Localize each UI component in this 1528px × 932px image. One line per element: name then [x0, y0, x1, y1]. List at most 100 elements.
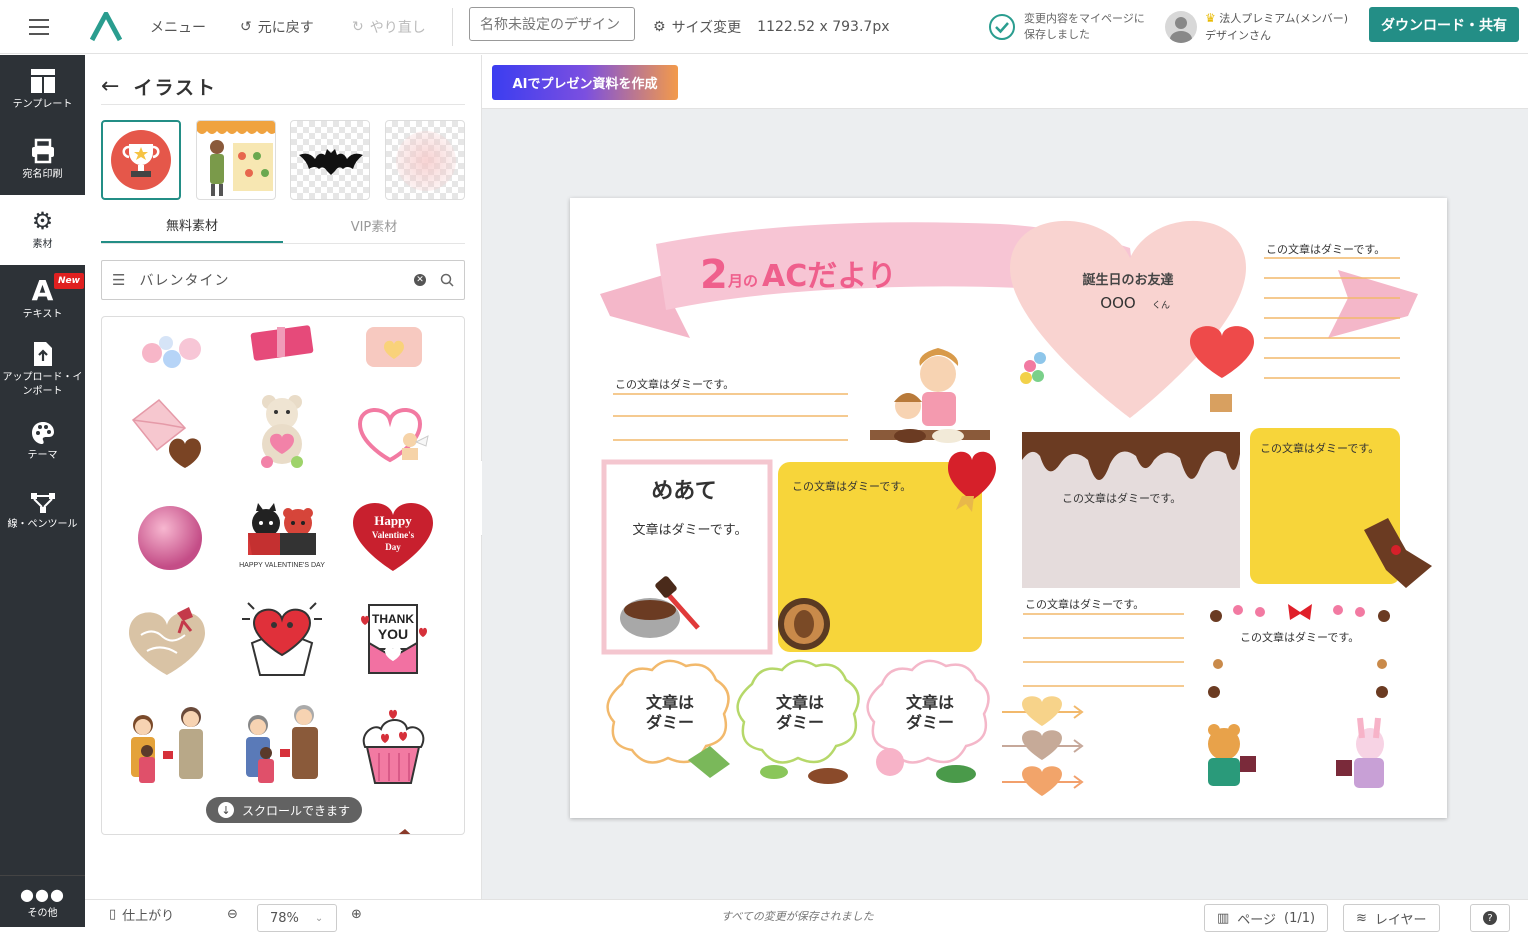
menu-button[interactable]: メニュー: [150, 0, 206, 54]
nav-address-print[interactable]: 宛名印刷: [0, 125, 85, 195]
illustration-item[interactable]: [227, 379, 337, 479]
heart-envelope-icon: [242, 602, 322, 676]
page-label: ページ: [1237, 912, 1277, 928]
illustration-item[interactable]: [112, 589, 222, 689]
illustration-item[interactable]: [112, 379, 222, 479]
tab-free[interactable]: 無料素材: [101, 207, 283, 243]
search-icon[interactable]: [440, 273, 454, 287]
illustration-item[interactable]: [338, 317, 448, 387]
gear-icon: ⚙: [31, 207, 54, 235]
illustration-item[interactable]: Happy Valentine's Day: [338, 483, 448, 583]
canvas-area: AIでプレゼン資料を作成 2 月の ACだより この文章はダミーです。 誕生日の…: [482, 55, 1528, 899]
redo-button[interactable]: ↻ やり直し: [352, 0, 426, 54]
category-thumb-blur[interactable]: [385, 120, 465, 200]
dummy-text-5: この文章はダミーです。: [1260, 441, 1379, 455]
illustration-item[interactable]: [227, 317, 337, 387]
book-icon: ▥: [1217, 910, 1230, 926]
pink-ball-icon: [138, 506, 202, 570]
autosave-status: すべての変更が保存されました: [721, 910, 874, 923]
dummy-text-1: この文章はダミーです。: [615, 377, 734, 391]
illustration-item[interactable]: [227, 589, 337, 689]
meate-body: 文章はダミーです。: [633, 522, 748, 538]
page-button[interactable]: ▥ ページ (1/1): [1204, 904, 1329, 932]
clear-icon[interactable]: ✕: [414, 274, 426, 286]
cloud-1-line2: ダミー: [646, 713, 694, 732]
heart-text-2: Valentine's: [372, 530, 415, 540]
nav-other[interactable]: ●●● その他: [0, 875, 85, 927]
illustration-item[interactable]: [338, 695, 448, 795]
dummy-text-2: この文章はダミーです。: [1266, 242, 1385, 256]
zoom-in-button[interactable]: ⊕: [351, 900, 362, 928]
nav-upload[interactable]: アップロード・インポート: [0, 335, 85, 405]
undo-icon: ↺: [240, 19, 252, 35]
illustration-item[interactable]: [112, 797, 222, 835]
you-text: YOU: [378, 626, 408, 642]
cup-icon: [366, 327, 422, 367]
newsletter-design: 2 月の ACだより この文章はダミーです。 誕生日のお友達 OOO くん この…: [600, 220, 1432, 796]
palette-icon: [31, 422, 54, 444]
cloud-1-line1: 文章は: [646, 693, 694, 712]
nav-label: テーマ: [27, 450, 58, 461]
layer-button[interactable]: ≋ レイヤー: [1343, 904, 1440, 932]
material-tabs: 無料素材 VIP素材: [101, 207, 465, 244]
filter-icon[interactable]: ☰: [112, 271, 125, 289]
nav-label: テキスト: [22, 309, 63, 320]
help-button[interactable]: ?: [1470, 904, 1510, 932]
category-thumb-trophy[interactable]: [101, 120, 181, 200]
search-input[interactable]: ☰ バレンタイン ✕: [101, 260, 465, 300]
nav-label: 宛名印刷: [22, 169, 63, 180]
top-bar: メニュー ↺ 元に戻す ↻ やり直し 名称未設定のデザイン ⚙ サイズ変更 11…: [0, 0, 1528, 54]
design-name-input[interactable]: 名称未設定のデザイン: [469, 7, 635, 41]
nav-template[interactable]: テンプレート: [0, 55, 85, 125]
user-menu[interactable]: ♛ 法人プレミアム(メンバー) デザインさん: [1165, 0, 1348, 54]
zoom-select[interactable]: 78% ⌄: [257, 904, 337, 932]
gear-icon: ⚙: [653, 19, 666, 35]
undo-button[interactable]: ↺ 元に戻す: [240, 0, 314, 54]
category-thumb-shop[interactable]: [196, 120, 276, 200]
help-icon: ?: [1483, 911, 1497, 925]
download-share-button[interactable]: ダウンロード・共有: [1369, 7, 1519, 42]
save-status: 変更内容をマイページに 保存しました: [988, 0, 1145, 54]
zoom-out-button[interactable]: ⊖: [227, 900, 238, 928]
bear-peek-icon: [119, 817, 215, 835]
illustration-item[interactable]: HAPPY VALENTINE'S DAY: [227, 483, 337, 583]
category-thumb-bat[interactable]: [290, 120, 370, 200]
finish-preview-button[interactable]: ▯ 仕上がり: [109, 900, 174, 928]
zoom-in-icon: ⊕: [351, 906, 362, 922]
meate-title: めあて: [651, 479, 717, 504]
nav-label: アップロード・インポート: [2, 372, 83, 397]
resize-button[interactable]: ⚙ サイズ変更 1122.52 x 793.7px: [653, 0, 890, 54]
nav-label: その他: [27, 907, 58, 919]
finish-label: 仕上がり: [122, 908, 175, 924]
illustration-item[interactable]: [112, 483, 222, 583]
hamburger-menu-icon[interactable]: [28, 0, 50, 54]
illustration-item[interactable]: [112, 695, 222, 795]
thank-text: THANK: [372, 612, 414, 626]
ai-presentation-button[interactable]: AIでプレゼン資料を作成: [492, 65, 678, 100]
illustration-item[interactable]: THANK YOU: [338, 589, 448, 689]
heart-text-1: Happy: [374, 513, 412, 528]
redo-icon: ↻: [352, 19, 364, 35]
trophy-icon: [111, 130, 171, 190]
nav-text[interactable]: A テキスト New: [0, 265, 85, 335]
design-page[interactable]: 2 月の ACだより この文章はダミーです。 誕生日のお友達 OOO くん この…: [570, 198, 1447, 818]
illustration-item[interactable]: [112, 317, 222, 387]
text-icon: A: [31, 274, 54, 307]
birthday-name: OOO: [1100, 294, 1135, 312]
redo-label: やり直し: [369, 20, 426, 36]
cupcakes-icon: HAPPY VALENTINE'S DAY: [239, 503, 325, 569]
template-icon: [30, 69, 55, 93]
nav-pen-tool[interactable]: 線・ペンツール: [0, 477, 85, 547]
new-badge: New: [54, 273, 84, 289]
printer-icon: [31, 138, 54, 164]
nav-theme[interactable]: テーマ: [0, 407, 85, 477]
back-arrow-icon[interactable]: ←: [101, 74, 119, 99]
illustration-item[interactable]: [227, 695, 337, 795]
illustration-item[interactable]: [338, 379, 448, 479]
app-logo[interactable]: [90, 0, 126, 54]
family-gift-icon: [131, 707, 203, 783]
nav-materials[interactable]: ⚙ 素材: [0, 195, 85, 265]
undo-label: 元に戻す: [257, 20, 314, 36]
plan-label: 法人プレミアム(メンバー): [1219, 12, 1349, 25]
tab-vip[interactable]: VIP素材: [283, 207, 465, 243]
